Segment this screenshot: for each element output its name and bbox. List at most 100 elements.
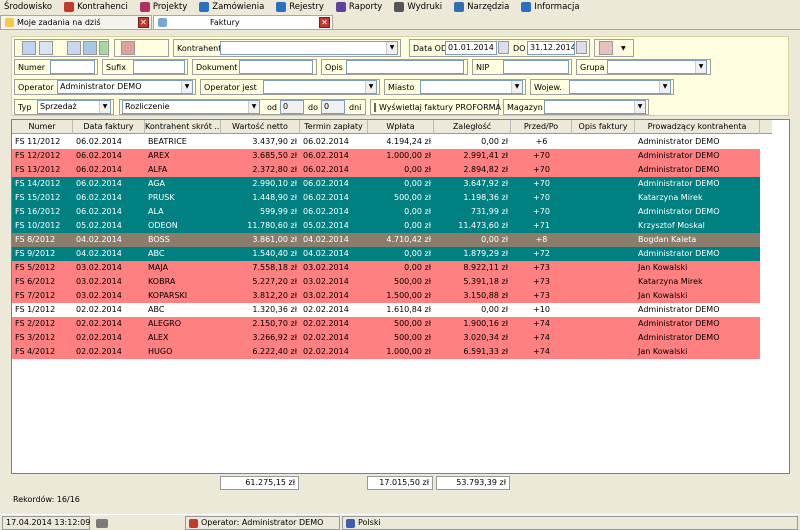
column-header[interactable]: Przed/Po bbox=[511, 120, 572, 134]
table-row[interactable]: FS 14/2012 06.02.2014 AGA 2.990,10 zł 06.02.… bbox=[12, 177, 760, 191]
flag-icon bbox=[346, 518, 355, 528]
column-header[interactable]: Wartość netto bbox=[221, 120, 300, 134]
table-row[interactable]: FS 2/2012 02.02.2014 ALEGRO 2.150,70 zł 02.0… bbox=[12, 317, 760, 331]
cell-opis bbox=[572, 191, 635, 205]
column-header[interactable]: Wpłata bbox=[368, 120, 434, 134]
close-icon[interactable]: ✕ bbox=[138, 17, 149, 28]
cell-data: 02.02.2014 bbox=[76, 333, 122, 342]
rozliczenie-select[interactable]: Rozliczenie ▼ bbox=[122, 100, 260, 114]
total-netto: 61.275,15 zł bbox=[220, 476, 299, 490]
tab-faktury[interactable]: Faktury ✕ bbox=[153, 15, 333, 29]
cell-przedpo: +70 bbox=[533, 165, 550, 174]
list-icon[interactable] bbox=[67, 41, 81, 55]
sufix-input[interactable] bbox=[133, 60, 185, 74]
typ-select[interactable]: Sprzedaż ▼ bbox=[37, 100, 111, 114]
toolbar-group-1 bbox=[14, 39, 109, 57]
cell-zaleglosc: 3.020,34 zł bbox=[463, 333, 508, 342]
menu-item-8[interactable]: Informacja bbox=[521, 2, 580, 12]
cell-numer: FS 16/2012 bbox=[15, 207, 61, 216]
column-header[interactable]: Opis faktury bbox=[572, 120, 635, 134]
table-row[interactable]: FS 15/2012 06.02.2014 PRUSK 1.448,90 zł 06.0… bbox=[12, 191, 760, 205]
column-header[interactable]: Termin zapłaty bbox=[300, 120, 368, 134]
od-input[interactable]: 0 bbox=[280, 100, 304, 114]
table-row[interactable]: FS 4/2012 02.02.2014 HUGO 6.222,40 zł 02.02.… bbox=[12, 345, 760, 359]
refresh-icon[interactable] bbox=[22, 41, 36, 55]
table-row[interactable]: FS 3/2012 02.02.2014 ALEX 3.266,92 zł 02.02.… bbox=[12, 331, 760, 345]
print-icon[interactable] bbox=[83, 41, 97, 55]
column-header[interactable]: Zaległość bbox=[434, 120, 511, 134]
menu-item-5[interactable]: Raporty bbox=[335, 2, 382, 12]
status-language: Polski bbox=[342, 516, 798, 530]
calendar-icon[interactable] bbox=[498, 41, 509, 54]
chevron-down-icon: ▼ bbox=[365, 81, 376, 93]
opis-input[interactable] bbox=[346, 60, 464, 74]
menu-item-2[interactable]: Projekty bbox=[139, 2, 187, 12]
menu-item-3[interactable]: Zamówienia bbox=[199, 2, 264, 12]
table-row[interactable]: FS 9/2012 04.02.2014 ABC 1.540,40 zł 04.02.2… bbox=[12, 247, 760, 261]
table-row[interactable]: FS 11/2012 06.02.2014 BEATRICE 3.437,90 zł 0… bbox=[12, 135, 760, 149]
column-header[interactable]: Kontrahent skrót ... bbox=[145, 120, 221, 134]
chevron-down-icon: ▼ bbox=[181, 81, 192, 93]
filter-icon[interactable] bbox=[121, 41, 135, 55]
column-header[interactable]: Prowadzący kontrahenta bbox=[635, 120, 760, 134]
numer-input[interactable] bbox=[50, 60, 95, 74]
add-icon[interactable] bbox=[99, 41, 109, 55]
cell-kontrahent: HUGO bbox=[148, 347, 173, 356]
table-row[interactable]: FS 5/2012 03.02.2014 MAJA 7.558,18 zł 03.02.… bbox=[12, 261, 760, 275]
operator-select[interactable]: Administrator DEMO ▼ bbox=[57, 80, 193, 94]
cell-przedpo: +73 bbox=[533, 277, 550, 286]
kontrahent-select[interactable]: ▼ bbox=[220, 41, 398, 55]
menu-item-4[interactable]: Rejestry bbox=[276, 2, 324, 12]
tab-moje-zadania[interactable]: Moje zadania na dziś ✕ bbox=[0, 15, 152, 29]
miasto-select[interactable]: ▼ bbox=[420, 80, 523, 94]
cell-przedpo: +6 bbox=[535, 137, 548, 146]
cell-termin: 02.02.2014 bbox=[303, 333, 349, 342]
dokument-input[interactable] bbox=[239, 60, 313, 74]
column-header[interactable]: Data faktury bbox=[73, 120, 145, 134]
magazyn-select[interactable]: ▼ bbox=[544, 100, 646, 114]
table-row[interactable]: FS 16/2012 06.02.2014 ALA 599,99 zł 06.02.20… bbox=[12, 205, 760, 219]
table-row[interactable]: FS 10/2012 05.02.2014 ODEON 11.780,60 zł 05.… bbox=[12, 219, 760, 233]
export-icon[interactable] bbox=[39, 41, 53, 55]
cell-prowadzacy: Administrator DEMO bbox=[638, 207, 720, 216]
cell-kontrahent: ABC bbox=[148, 249, 165, 258]
menu-item-0[interactable]: Środowisko bbox=[4, 2, 52, 12]
cell-numer: FS 14/2012 bbox=[15, 179, 61, 188]
printer-icon bbox=[394, 2, 405, 12]
sufix-label: Sufix bbox=[106, 62, 126, 72]
cell-kontrahent: BEATRICE bbox=[148, 137, 187, 146]
cell-termin: 04.02.2014 bbox=[303, 249, 349, 258]
menu-item-6[interactable]: Wydruki bbox=[394, 2, 442, 12]
menu-item-7[interactable]: Narzędzia bbox=[454, 2, 509, 12]
menu-item-1[interactable]: Kontrahenci bbox=[64, 2, 128, 12]
cell-opis bbox=[572, 135, 635, 149]
calendar-icon[interactable] bbox=[576, 41, 587, 54]
grupa-select[interactable]: ▼ bbox=[607, 60, 707, 74]
table-row[interactable]: FS 1/2012 02.02.2014 ABC 1.320,36 zł 02.02.2… bbox=[12, 303, 760, 317]
table-row[interactable]: FS 12/2012 06.02.2014 AREX 3.685,50 zł 06.02… bbox=[12, 149, 760, 163]
operator-jest-select[interactable]: ▼ bbox=[263, 80, 377, 94]
cell-data: 03.02.2014 bbox=[76, 277, 122, 286]
od-label: od bbox=[267, 102, 277, 112]
wojew-select[interactable]: ▼ bbox=[569, 80, 671, 94]
cell-przedpo: +74 bbox=[533, 333, 550, 342]
table-row[interactable]: FS 13/2012 06.02.2014 ALFA 2.372,80 zł 06.02… bbox=[12, 163, 760, 177]
date-from-field[interactable]: 01.01.2014 bbox=[445, 41, 497, 55]
totals-bar: 61.275,15 zł 17.015,50 zł 53.793,39 zł bbox=[11, 475, 790, 491]
table-row[interactable]: FS 8/2012 04.02.2014 BOSS 3.861,00 zł 04.02.… bbox=[12, 233, 760, 247]
table-row[interactable]: FS 7/2012 03.02.2014 KOPARSKI 3.812,20 zł 03… bbox=[12, 289, 760, 303]
close-icon[interactable]: ✕ bbox=[319, 17, 330, 28]
proforma-checkbox[interactable] bbox=[374, 102, 376, 112]
cell-przedpo: +8 bbox=[535, 235, 548, 244]
column-header[interactable]: Numer bbox=[12, 120, 73, 134]
nip-input[interactable] bbox=[503, 60, 569, 74]
numer-filter: Numer bbox=[14, 59, 98, 75]
calendar-menu[interactable]: ▼ bbox=[594, 39, 634, 57]
cell-zaleglosc: 2.991,41 zł bbox=[463, 151, 508, 160]
table-row[interactable]: FS 6/2012 03.02.2014 KOBRA 5.227,20 zł 03.02… bbox=[12, 275, 760, 289]
date-to-field[interactable]: 31.12.2014 bbox=[527, 41, 575, 55]
cell-kontrahent: ALA bbox=[148, 207, 164, 216]
cell-opis bbox=[572, 205, 635, 219]
cell-prowadzacy: Administrator DEMO bbox=[638, 333, 720, 342]
do-input[interactable]: 0 bbox=[321, 100, 345, 114]
